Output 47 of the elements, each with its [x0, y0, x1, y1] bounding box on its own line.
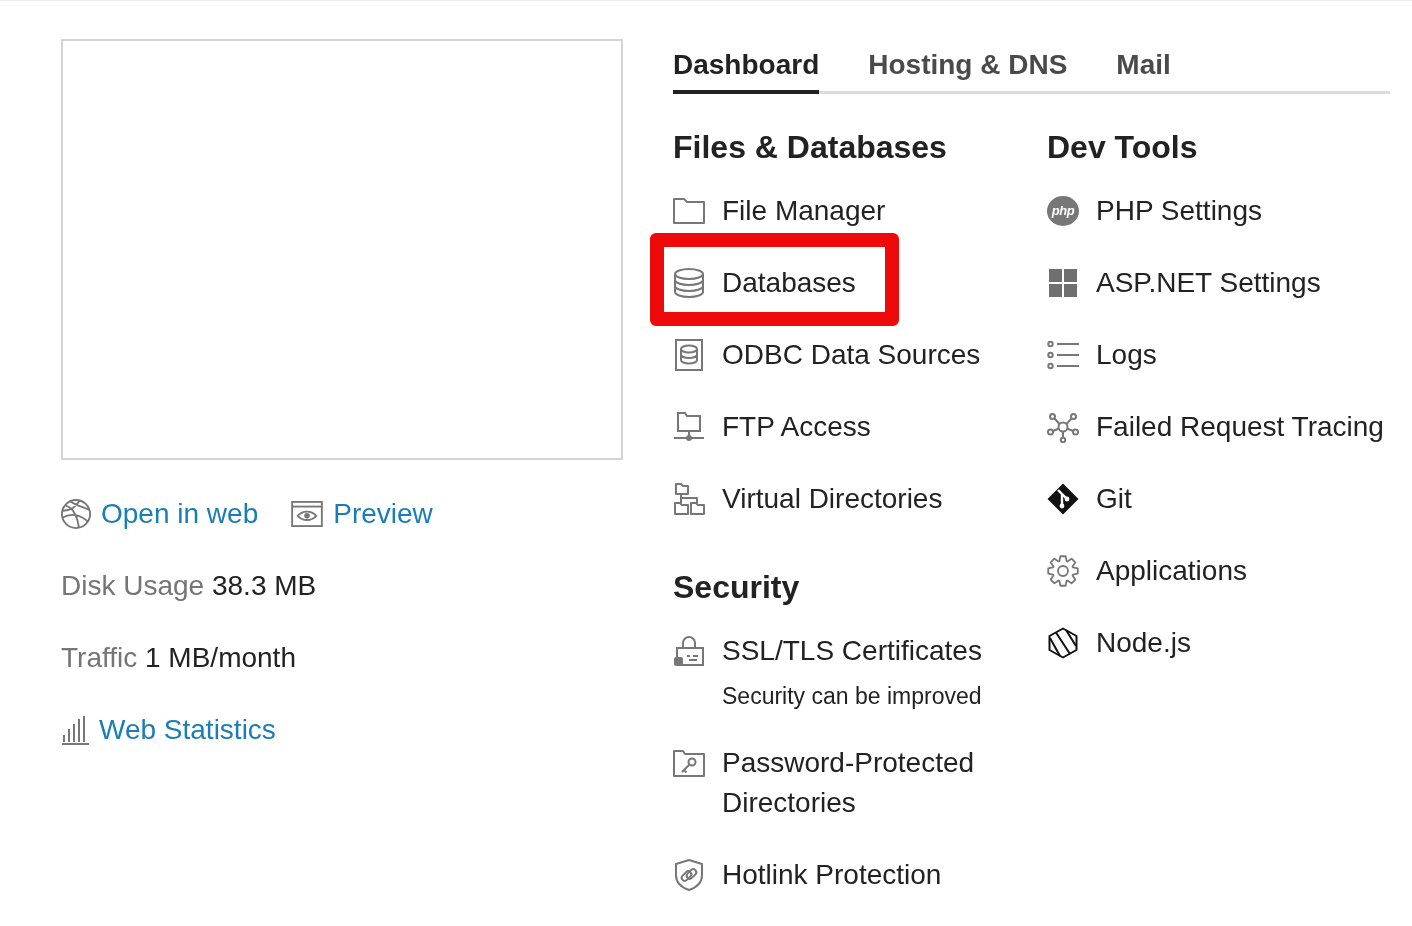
tool-link[interactable]: File Manager [673, 191, 886, 231]
stat-value: 38.3 MB [211, 570, 317, 601]
folder-tree-icon [673, 483, 705, 515]
folder-key-icon [673, 747, 705, 779]
network-icon [1047, 411, 1079, 443]
database-icon [673, 267, 705, 299]
grid-icon [1047, 267, 1079, 299]
tool-link[interactable]: Failed Request Tracing [1047, 407, 1384, 447]
bar-chart-icon [61, 715, 89, 745]
tab[interactable]: Dashboard [673, 39, 820, 94]
section-heading: Dev Tools [1047, 128, 1199, 167]
folder-icon [673, 195, 705, 227]
stat-label: Disk Usage [61, 570, 205, 601]
tool-link[interactable]: Git [1047, 479, 1132, 519]
stat-value: 1 MB/month [145, 642, 296, 673]
preview-link[interactable]: Preview [291, 494, 433, 534]
window-eye-icon [291, 501, 324, 527]
padlock-icon [673, 635, 705, 667]
tool-link[interactable]: php PHP Settings [1047, 191, 1263, 231]
tab[interactable]: Mail [1116, 39, 1171, 94]
tool-link[interactable]: ASP.NET Settings [1047, 263, 1321, 303]
tool-link[interactable]: ODBC Data Sources [673, 335, 981, 375]
globe-icon [61, 499, 91, 529]
folder-network-icon [673, 411, 705, 443]
shield-link-icon [673, 859, 705, 891]
database-frame-icon [673, 339, 705, 371]
php-logo-icon: php [1047, 196, 1079, 226]
tool-link[interactable]: Databases [650, 233, 899, 326]
tool-link[interactable]: Applications [1047, 551, 1247, 591]
tool-link[interactable]: Logs [1047, 335, 1157, 375]
tool-link[interactable]: Password-Protected Directories [673, 743, 1023, 823]
tool-link[interactable]: Hotlink Protection [673, 855, 942, 895]
tab[interactable]: Hosting & DNS [868, 39, 1068, 94]
web-statistics-link[interactable]: Web Statistics [61, 710, 276, 750]
diamond-branch-icon [1047, 483, 1079, 515]
tool-link[interactable]: Virtual Directories [673, 479, 943, 519]
tool-link[interactable]: FTP Access [673, 407, 871, 447]
tool-link[interactable]: Node.js [1047, 623, 1191, 663]
list-icon [1047, 339, 1079, 371]
status-note: Security can be improved [722, 682, 982, 711]
section-heading: Files & Databases [673, 128, 948, 167]
tool-link[interactable]: SSL/TLS Certificates [673, 631, 982, 671]
hexagon-icon [1047, 627, 1079, 659]
gear-icon [1047, 555, 1079, 587]
stat-label: Traffic [61, 642, 138, 673]
open-in-web-link[interactable]: Open in web [61, 494, 259, 534]
section-heading: Security [673, 568, 801, 607]
